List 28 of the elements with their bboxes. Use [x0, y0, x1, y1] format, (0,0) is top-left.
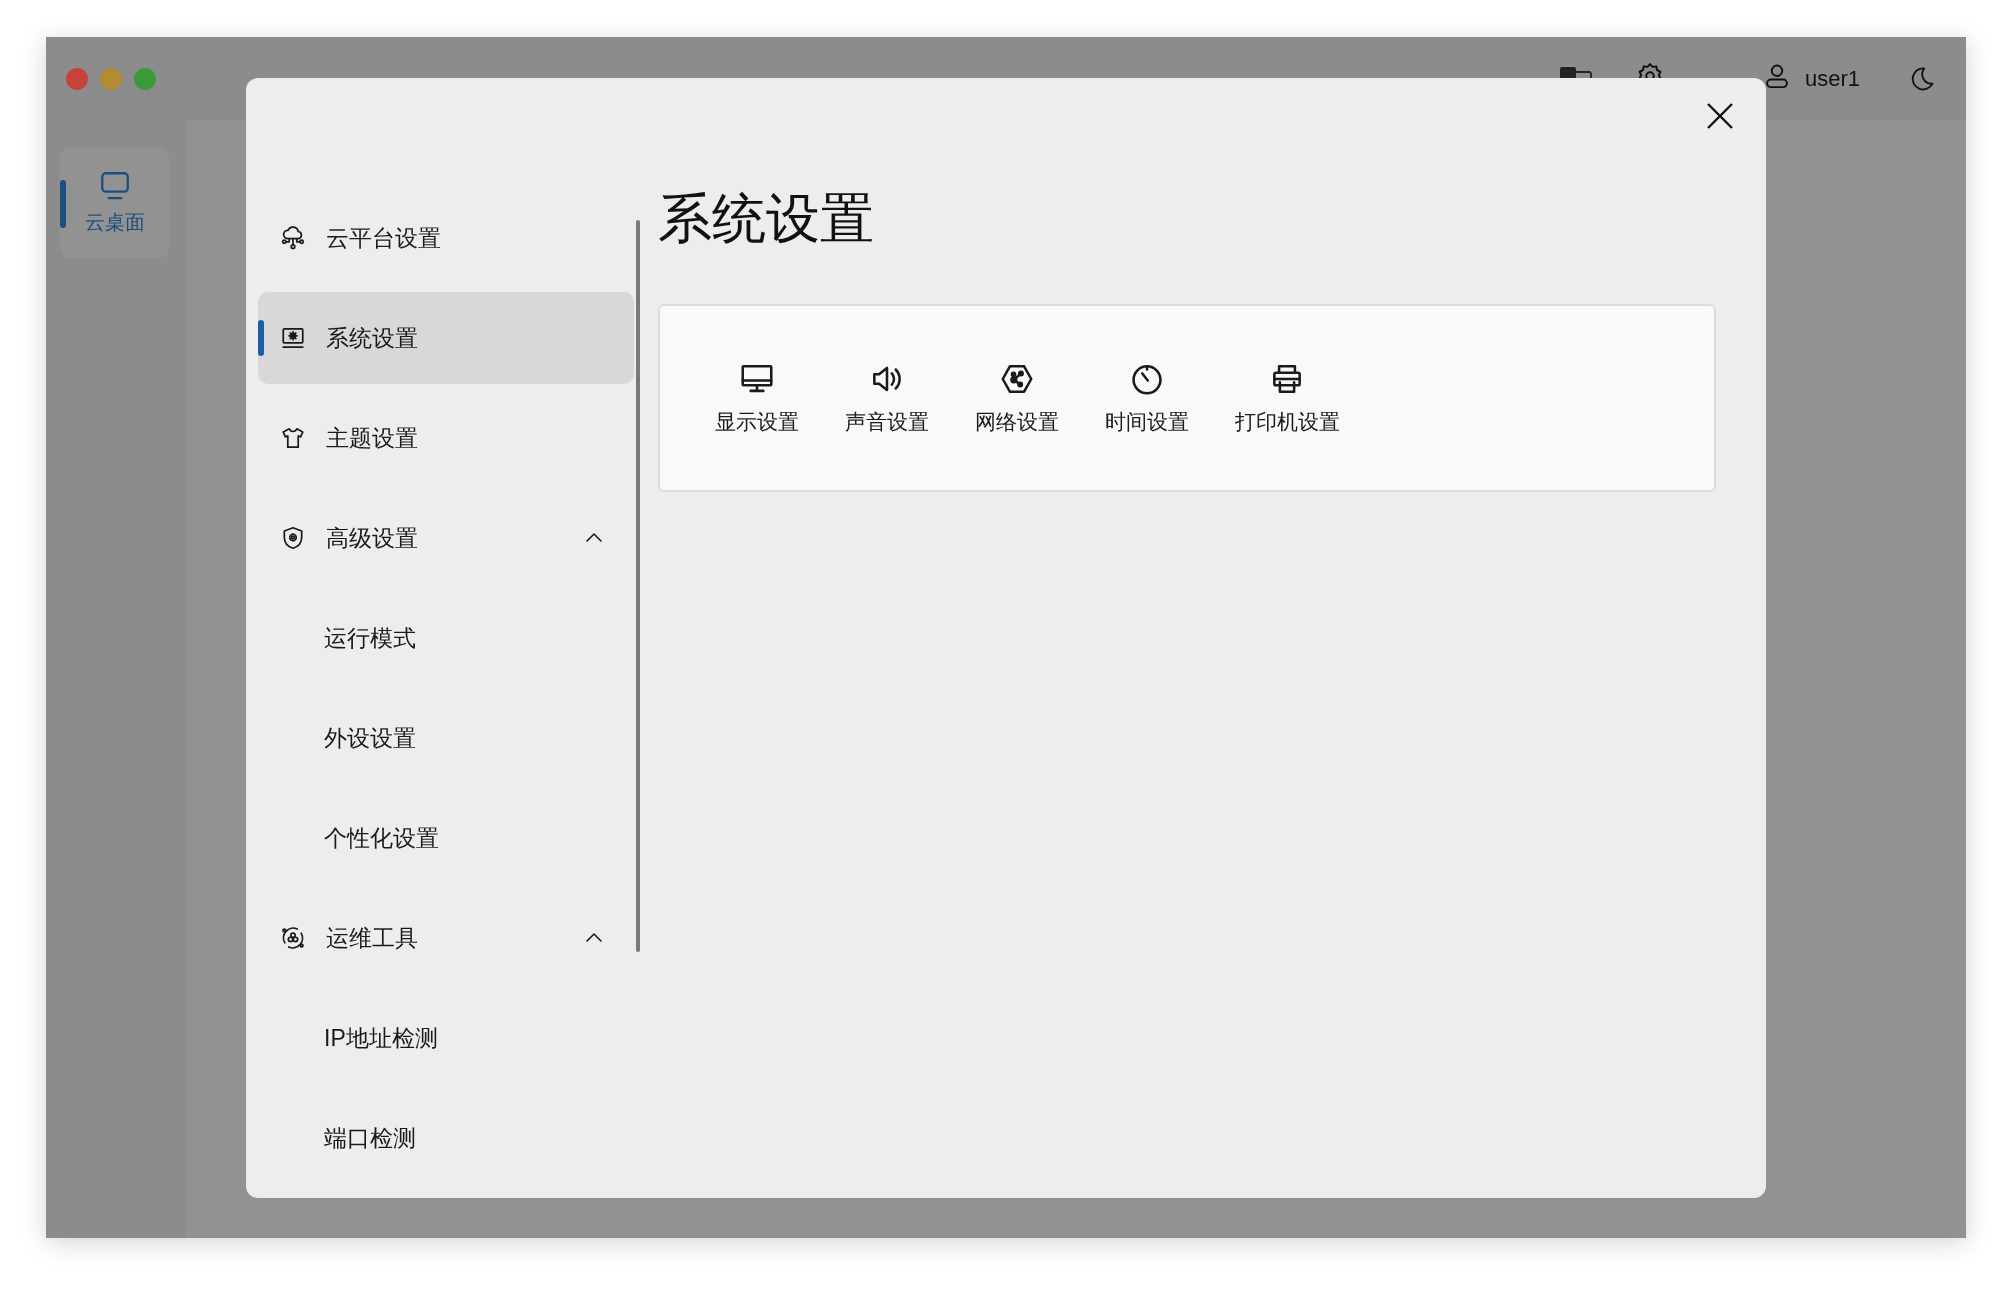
shirt-icon [280, 425, 306, 451]
settings-tile[interactable]: 时间设置 [1082, 360, 1212, 490]
menu-item[interactable]: 运维工具 [258, 892, 634, 984]
user-name[interactable]: user1 [1804, 65, 1860, 92]
menu-item[interactable]: 端口检测 [258, 1092, 634, 1184]
settings-tile[interactable]: 声音设置 [822, 360, 952, 490]
scrollbar[interactable] [636, 220, 640, 952]
menu-item[interactable]: 主题设置 [258, 392, 634, 484]
selection-indicator [60, 180, 66, 228]
settings-tile[interactable]: 网络设置 [952, 360, 1082, 490]
menu-item[interactable]: 运行模式 [258, 592, 634, 684]
menu-item[interactable]: 外设设置 [258, 692, 634, 784]
menu-item[interactable]: 高级设置 [258, 492, 634, 584]
orbit-circles-icon [280, 925, 306, 951]
shield-gear-icon [280, 525, 306, 551]
settings-tile[interactable]: 打印机设置 [1212, 360, 1362, 490]
menu-item[interactable]: 云平台设置 [258, 192, 634, 284]
menu-item[interactable]: 个性化设置 [258, 792, 634, 884]
minimize-window-icon[interactable] [100, 67, 122, 90]
selection-indicator [258, 320, 264, 356]
menu-item[interactable]: IP地址检测 [258, 992, 634, 1084]
page-title: 系统设置 [658, 187, 875, 250]
monitor-gear-icon [280, 325, 306, 351]
cloud-network-icon [280, 225, 306, 251]
maximize-window-icon[interactable] [134, 67, 156, 90]
menu-item[interactable]: 系统设置 [258, 292, 634, 384]
close-window-icon[interactable] [66, 67, 88, 90]
settings-tile[interactable]: 显示设置 [692, 360, 822, 490]
